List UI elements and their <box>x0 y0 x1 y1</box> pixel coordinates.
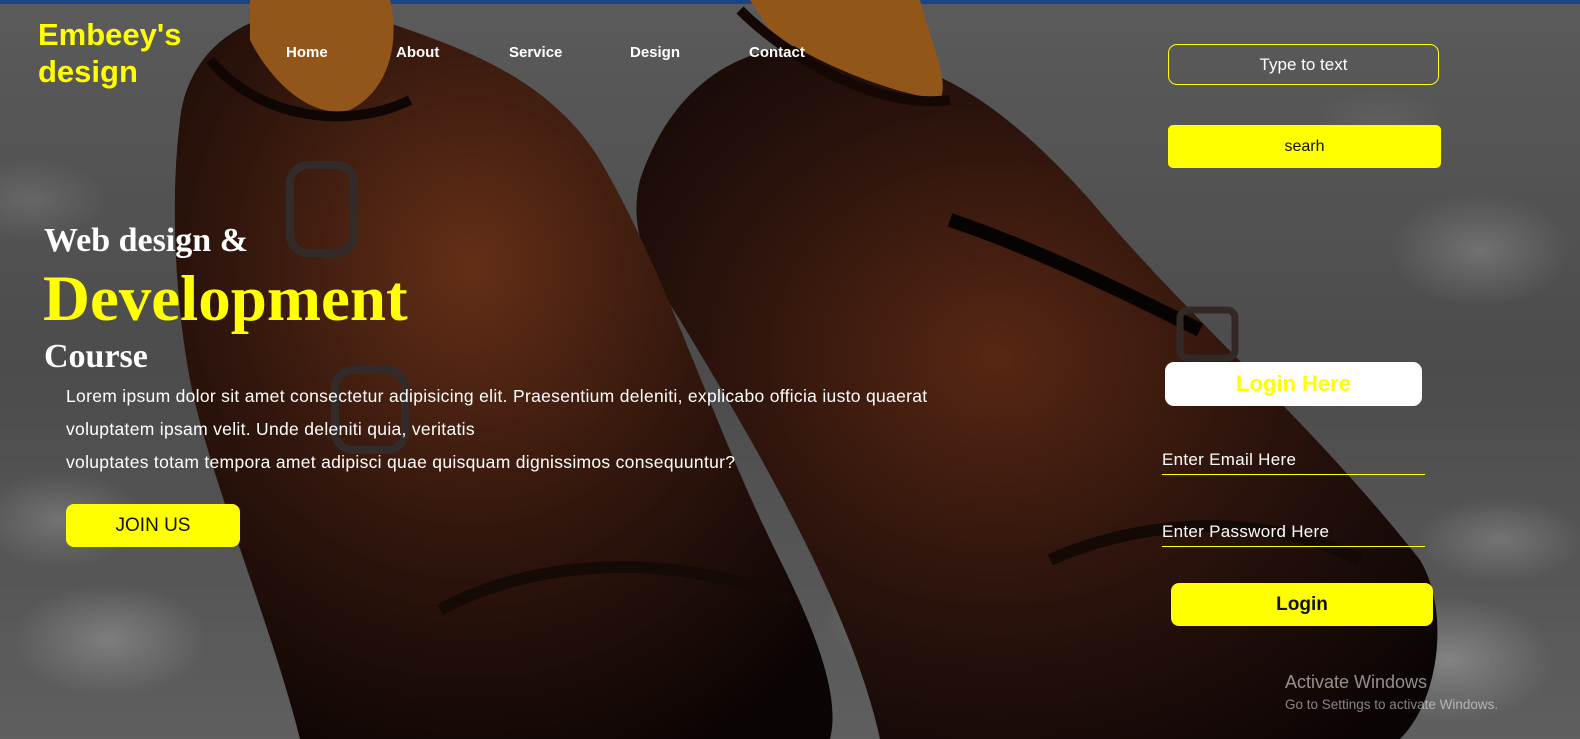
page: Embeey's design Home About Service Desig… <box>0 0 1580 739</box>
login-button[interactable]: Login <box>1171 583 1433 626</box>
activate-windows-watermark-subtitle: Go to Settings to activate Windows. <box>1285 697 1499 712</box>
hero-title-line1: Web design & <box>44 222 249 259</box>
join-us-button[interactable]: JOIN US <box>66 504 240 547</box>
search-button[interactable]: searh <box>1168 125 1441 168</box>
search-input[interactable] <box>1168 44 1439 85</box>
nav-design-link[interactable]: Design <box>630 44 680 61</box>
activate-windows-watermark-title: Activate Windows <box>1285 672 1428 692</box>
brand-logo[interactable]: Embeey's design <box>38 16 182 90</box>
brand-logo-line2: design <box>38 54 138 89</box>
hero-title-line3: Course <box>44 338 148 375</box>
nav-about-link[interactable]: About <box>396 44 439 61</box>
password-field[interactable] <box>1162 518 1425 547</box>
brand-logo-line1: Embeey's <box>38 17 182 52</box>
hero-description: Lorem ipsum dolor sit amet consectetur a… <box>66 380 1066 479</box>
hero-description-line: voluptates totam tempora amet adipisci q… <box>66 452 736 472</box>
nav-service-link[interactable]: Service <box>509 44 562 61</box>
nav-home-link[interactable]: Home <box>286 44 328 61</box>
hero-description-line: voluptatem ipsam velit. Unde deleniti qu… <box>66 419 475 439</box>
email-field[interactable] <box>1162 446 1425 475</box>
hero-title-highlight: Development <box>43 263 408 335</box>
login-form-heading: Login Here <box>1165 362 1422 406</box>
nav-contact-link[interactable]: Contact <box>749 44 805 61</box>
hero-description-line: Lorem ipsum dolor sit amet consectetur a… <box>66 386 928 406</box>
